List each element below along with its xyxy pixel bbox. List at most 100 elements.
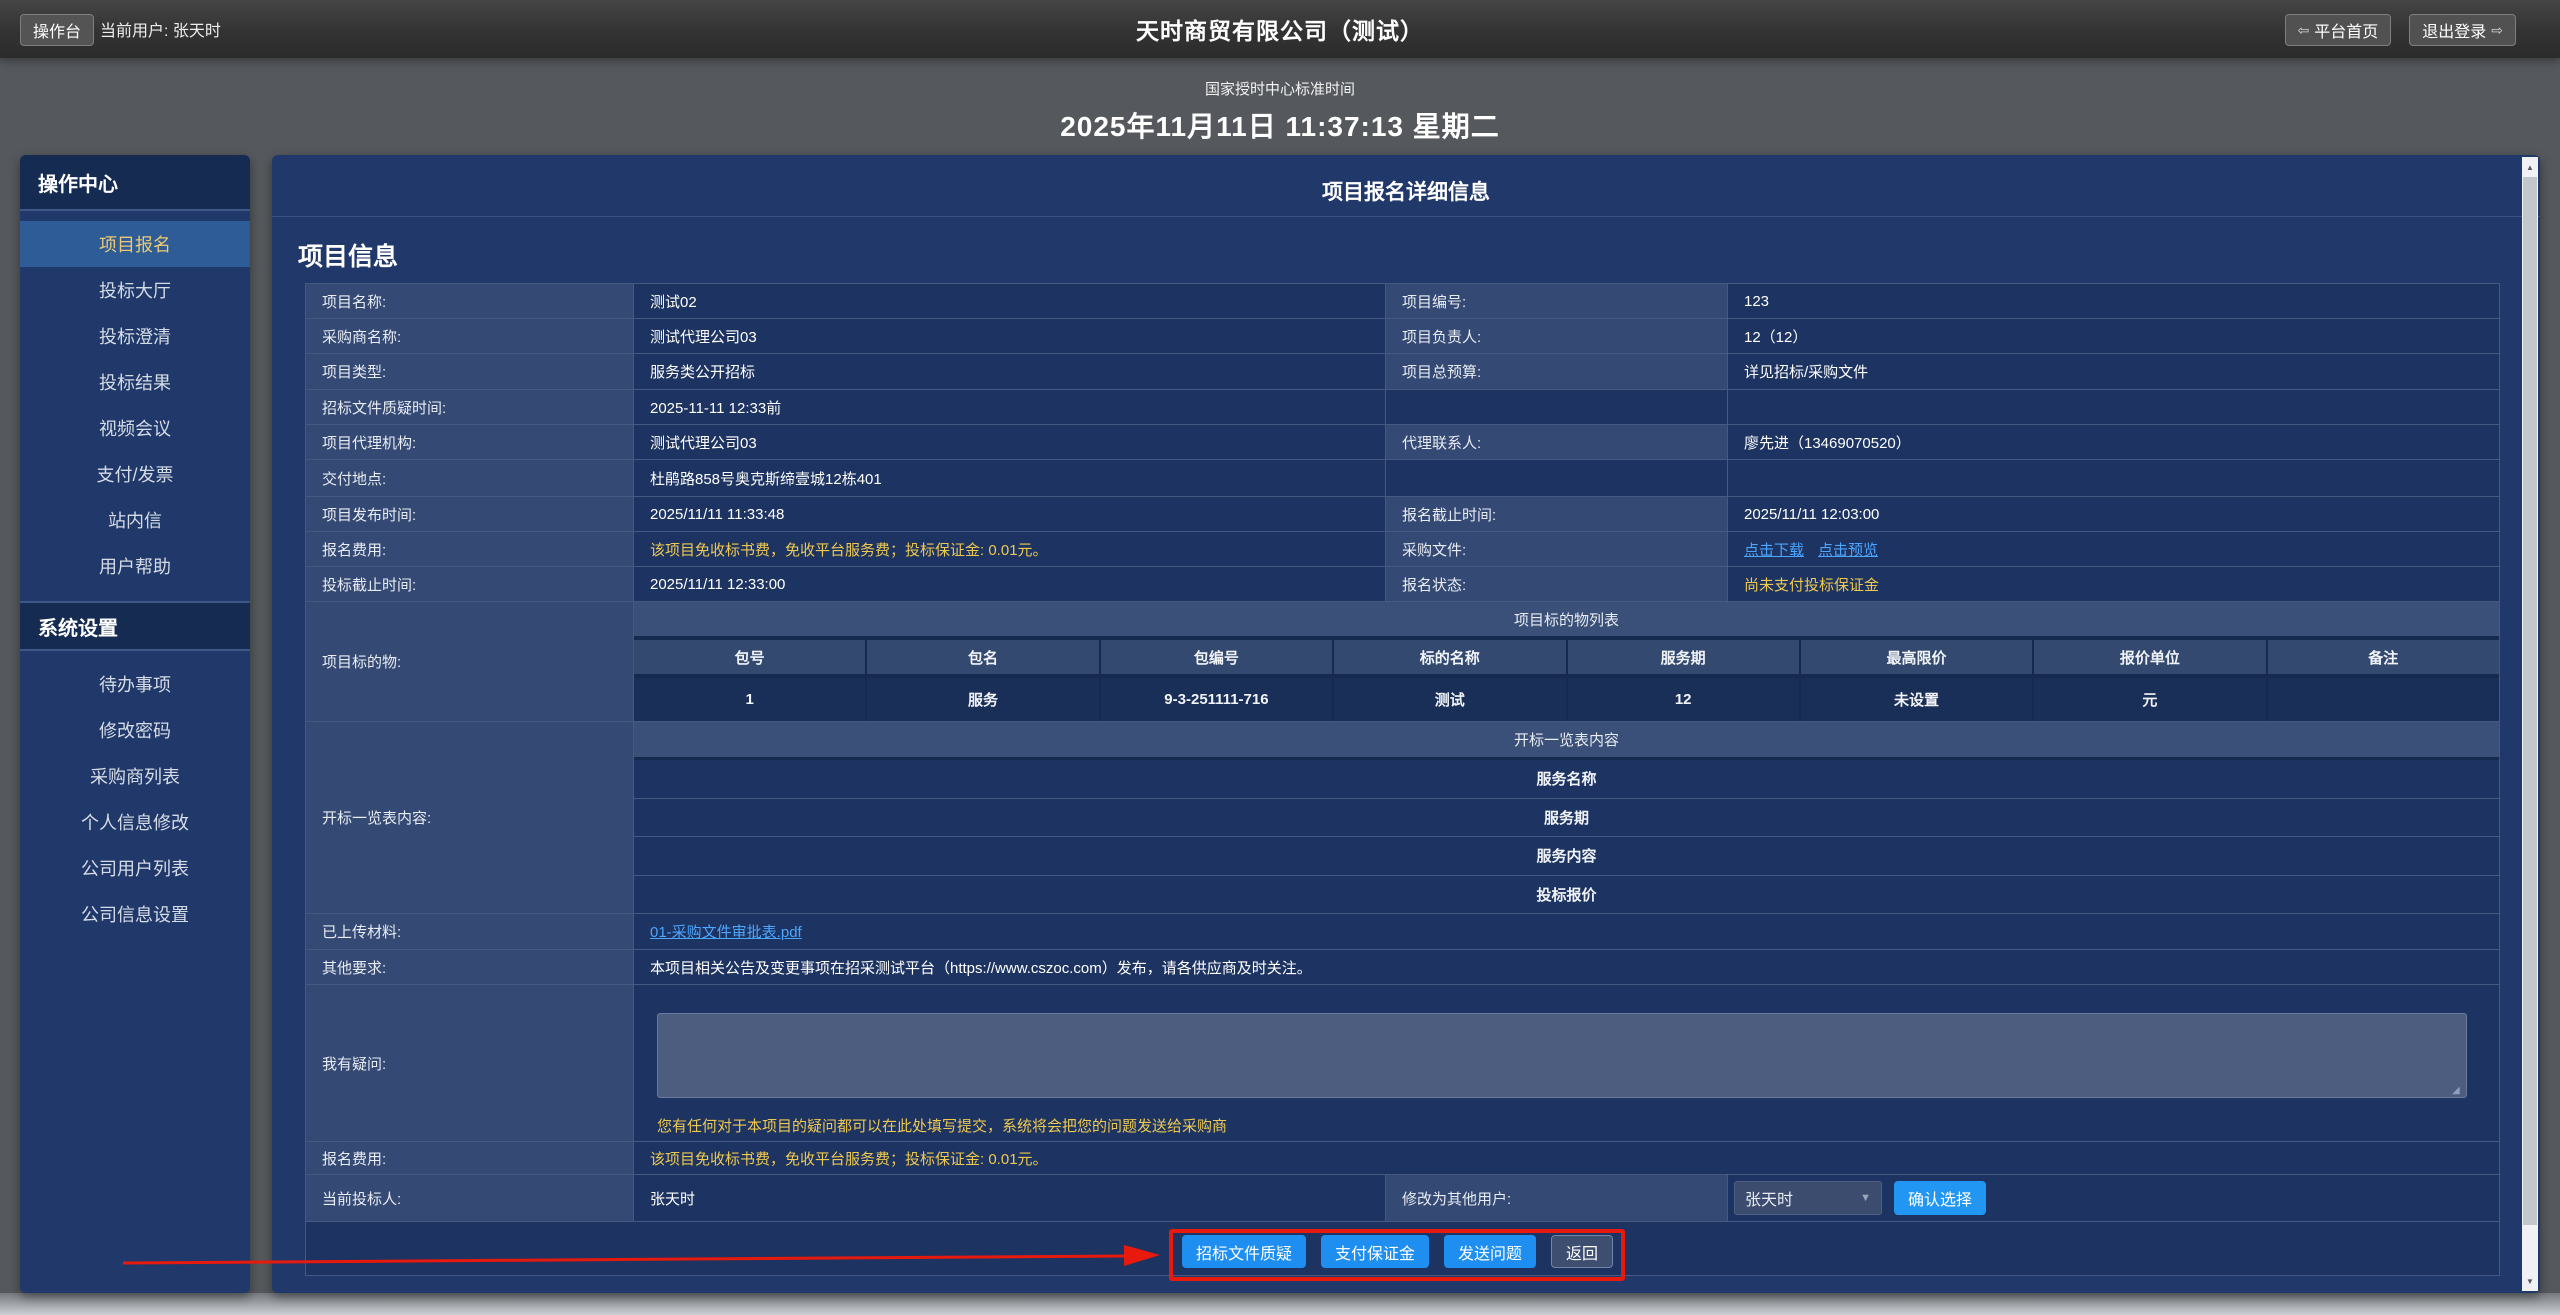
table-row: 已上传材料: 01-采购文件审批表.pdf xyxy=(306,914,2499,950)
subject-table-row: 项目标的物: 项目标的物列表 包号 包名 包编号 标的名称 服务期 最高限价 报… xyxy=(306,602,2499,722)
open-bid-row: 服务名称 xyxy=(634,760,2499,799)
back-arrow-icon: ⇦ xyxy=(2298,22,2310,39)
table-cell: 未设置 xyxy=(1799,678,2032,721)
bidder-select-value: 张天时 xyxy=(1745,1186,1793,1210)
field-label: 项目总预算: xyxy=(1386,354,1728,389)
question-row: 我有疑问: ◢ 您有任何对于本项目的疑问都可以在此处填写提交，系统将会把您的问题… xyxy=(306,985,2499,1142)
table-row: 项目名称: 测试02 项目编号: 123 xyxy=(306,284,2499,319)
field-label: 报名截止时间: xyxy=(1386,497,1728,531)
download-file-link[interactable]: 点击下载 xyxy=(1744,539,1804,560)
sidebar-item-company-settings[interactable]: 公司信息设置 xyxy=(20,891,250,937)
field-value: 测试代理公司03 xyxy=(634,319,1386,353)
open-bid-row: 服务期 xyxy=(634,799,2499,838)
field-value: 2025/11/11 11:33:48 xyxy=(634,497,1386,531)
signup-status-value: 尚未支付投标保证金 xyxy=(1728,567,2499,601)
back-button[interactable]: 返回 xyxy=(1551,1235,1613,1268)
scrollbar-thumb[interactable] xyxy=(2523,177,2537,1225)
empty-cell xyxy=(1728,390,2499,424)
triangle-down-icon: ▼ xyxy=(2526,1277,2534,1286)
field-label: 交付地点: xyxy=(306,460,634,496)
resize-handle-icon[interactable]: ◢ xyxy=(2452,1085,2460,1096)
field-label: 报名费用: xyxy=(306,532,634,566)
sidebar-item-bid-hall[interactable]: 投标大厅 xyxy=(20,267,250,313)
uploaded-file-link[interactable]: 01-采购文件审批表.pdf xyxy=(650,921,802,942)
question-cell: ◢ 您有任何对于本项目的疑问都可以在此处填写提交，系统将会把您的问题发送给采购商 xyxy=(634,985,2499,1141)
preview-file-link[interactable]: 点击预览 xyxy=(1818,539,1878,560)
scroll-down-button[interactable]: ▼ xyxy=(2522,1271,2538,1291)
field-label: 代理联系人: xyxy=(1386,425,1728,459)
open-bid-row: 投标报价 xyxy=(634,876,2499,914)
sidebar-item-pay-invoice[interactable]: 支付/发票 xyxy=(20,451,250,497)
table-row: 项目发布时间: 2025/11/11 11:33:48 报名截止时间: 2025… xyxy=(306,497,2499,532)
empty-cell xyxy=(1386,390,1728,424)
table-row: 项目代理机构: 测试代理公司03 代理联系人: 廖先进（13469070520） xyxy=(306,425,2499,460)
table-cell xyxy=(2266,678,2499,721)
table-row: 报名费用: 该项目免收标书费，免收平台服务费；投标保证金: 0.01元。 采购文… xyxy=(306,532,2499,567)
sidebar-item-bid-clarify[interactable]: 投标澄清 xyxy=(20,313,250,359)
field-value: 123 xyxy=(1728,284,2499,318)
table-cell: 12 xyxy=(1566,678,1799,721)
column-header: 最高限价 xyxy=(1799,640,2032,674)
sidebar-item-user-help[interactable]: 用户帮助 xyxy=(20,543,250,589)
sidebar-item-profile-edit[interactable]: 个人信息修改 xyxy=(20,799,250,845)
exit-arrow-icon: ⇨ xyxy=(2491,22,2503,39)
sidebar-item-video-meeting[interactable]: 视频会议 xyxy=(20,405,250,451)
section-title-project-info: 项目信息 xyxy=(298,237,2540,273)
challenge-documents-button[interactable]: 招标文件质疑 xyxy=(1182,1235,1306,1268)
sidebar-item-change-password[interactable]: 修改密码 xyxy=(20,707,250,753)
table-row: 报名费用: 该项目免收标书费，免收平台服务费；投标保证金: 0.01元。 xyxy=(306,1142,2499,1175)
send-question-button[interactable]: 发送问题 xyxy=(1444,1235,1536,1268)
sidebar: 操作中心 项目报名 投标大厅 投标澄清 投标结果 视频会议 支付/发票 站内信 … xyxy=(20,155,250,1293)
logout-label: 退出登录 xyxy=(2422,18,2486,42)
bidder-row: 当前投标人: 张天时 修改为其他用户: 张天时 ▼ 确认选择 xyxy=(306,1175,2499,1222)
sidebar-item-site-mail[interactable]: 站内信 xyxy=(20,497,250,543)
sidebar-item-bid-result[interactable]: 投标结果 xyxy=(20,359,250,405)
table-cell: 元 xyxy=(2032,678,2265,721)
open-bid-nested-table: 开标一览表内容 服务名称 服务期 服务内容 投标报价 xyxy=(634,722,2499,913)
chevron-down-icon: ▼ xyxy=(1860,1192,1871,1204)
field-value: 2025/11/11 12:03:00 xyxy=(1728,497,2499,531)
sidebar-item-project-signup[interactable]: 项目报名 xyxy=(20,221,250,267)
field-label: 项目代理机构: xyxy=(306,425,634,459)
table-row: 投标截止时间: 2025/11/11 12:33:00 报名状态: 尚未支付投标… xyxy=(306,567,2499,602)
column-header: 服务期 xyxy=(1566,640,1799,674)
question-textarea[interactable] xyxy=(657,1013,2467,1098)
empty-cell xyxy=(1386,460,1728,496)
field-label: 采购文件: xyxy=(1386,532,1728,566)
time-caption: 国家授时中心标准时间 xyxy=(0,78,2560,99)
vertical-scrollbar[interactable]: ▲ ▼ xyxy=(2522,157,2538,1291)
sidebar-section-operations: 操作中心 xyxy=(20,155,250,211)
sidebar-item-purchaser-list[interactable]: 采购商列表 xyxy=(20,753,250,799)
bidder-select[interactable]: 张天时 ▼ xyxy=(1734,1181,1882,1215)
field-label: 项目类型: xyxy=(306,354,634,389)
table-row: 招标文件质疑时间: 2025-11-11 12:33前 xyxy=(306,390,2499,425)
field-value: 测试02 xyxy=(634,284,1386,318)
field-value: 测试代理公司03 xyxy=(634,425,1386,459)
table-row: 其他要求: 本项目相关公告及变更事项在招采测试平台（https://www.cs… xyxy=(306,950,2499,985)
pay-deposit-button[interactable]: 支付保证金 xyxy=(1321,1235,1429,1268)
procurement-file-links: 点击下载 点击预览 xyxy=(1728,532,2499,566)
table-row: 交付地点: 杜鹃路858号奥克斯缔壹城12栋401 xyxy=(306,460,2499,497)
confirm-select-button[interactable]: 确认选择 xyxy=(1894,1181,1986,1215)
fee-notice: 该项目免收标书费，免收平台服务费；投标保证金: 0.01元。 xyxy=(634,532,1386,566)
platform-home-button[interactable]: ⇦ 平台首页 xyxy=(2285,14,2392,46)
table-row: 项目类型: 服务类公开招标 项目总预算: 详见招标/采购文件 xyxy=(306,354,2499,390)
sidebar-section-settings: 系统设置 xyxy=(20,601,250,651)
page-bottom-gradient xyxy=(0,1293,2560,1315)
sidebar-item-todo[interactable]: 待办事项 xyxy=(20,661,250,707)
field-label: 项目编号: xyxy=(1386,284,1728,318)
actions-row: 招标文件质疑 支付保证金 发送问题 返回 xyxy=(306,1222,2499,1275)
field-label: 采购商名称: xyxy=(306,319,634,353)
field-label: 开标一览表内容: xyxy=(306,722,634,913)
table-cell: 1 xyxy=(634,678,865,721)
field-label: 投标截止时间: xyxy=(306,567,634,601)
question-hint: 您有任何对于本项目的疑问都可以在此处填写提交，系统将会把您的问题发送给采购商 xyxy=(657,1115,1227,1136)
field-label: 其他要求: xyxy=(306,950,634,984)
scroll-up-button[interactable]: ▲ xyxy=(2522,157,2538,177)
sidebar-item-company-users[interactable]: 公司用户列表 xyxy=(20,845,250,891)
open-bid-row: 服务内容 xyxy=(634,837,2499,876)
column-header: 报价单位 xyxy=(2032,640,2265,674)
fee-notice: 该项目免收标书费，免收平台服务费；投标保证金: 0.01元。 xyxy=(634,1142,2499,1174)
logout-button[interactable]: 退出登录 ⇨ xyxy=(2409,14,2516,46)
column-header: 包名 xyxy=(865,640,1098,674)
